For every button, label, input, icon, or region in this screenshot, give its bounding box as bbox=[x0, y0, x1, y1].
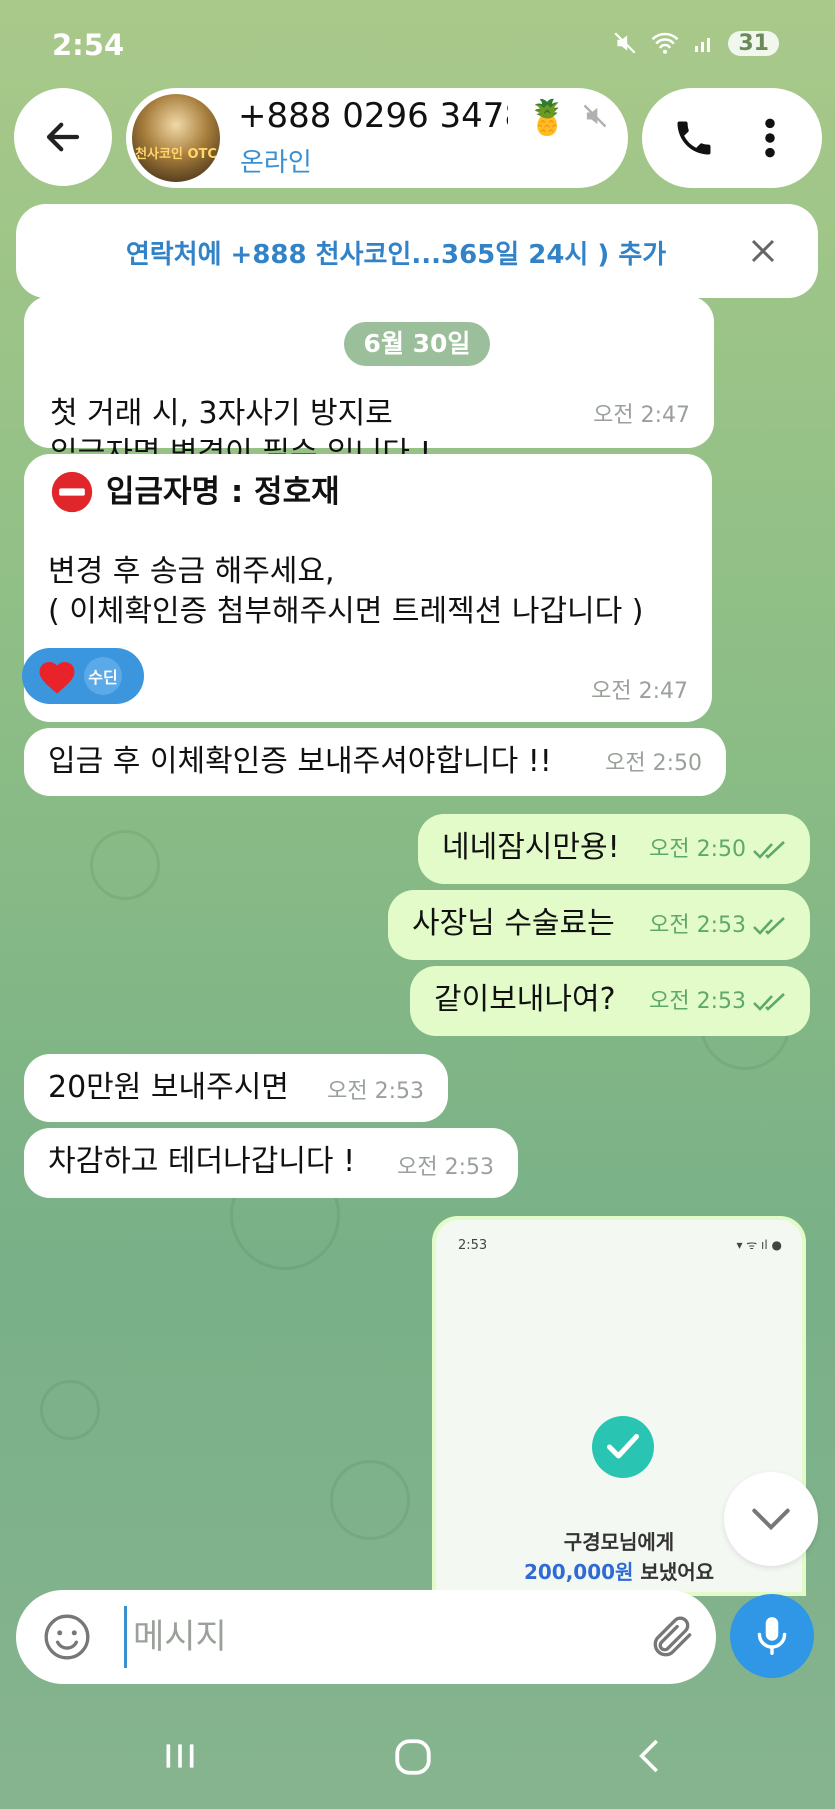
outgoing-message[interactable]: 같이보내나여? 오전 2:53 bbox=[410, 966, 810, 1036]
incoming-message[interactable]: 입금 후 이체확인증 보내주셔야합니다 !! 오전 2:50 bbox=[24, 728, 726, 796]
back-button[interactable] bbox=[14, 88, 112, 186]
message-time-text: 오전 2:53 bbox=[649, 913, 746, 938]
message-time: 오전 2:53 bbox=[649, 906, 788, 946]
incoming-message[interactable]: 20만원 보내주시면 오전 2:53 bbox=[24, 1054, 448, 1122]
image-amount: 200,000원 bbox=[523, 1560, 634, 1584]
warning-line: 입금자명 : 정호재 bbox=[50, 470, 340, 514]
message-composer bbox=[16, 1590, 716, 1684]
status-bar: 2:54 31 bbox=[0, 0, 835, 90]
message-time: 오전 2:47 bbox=[593, 403, 690, 428]
back-nav-icon[interactable] bbox=[630, 1736, 670, 1776]
message-text: 입금 후 이체확인증 보내주셔야합니다 !! bbox=[48, 744, 552, 779]
background-doodle bbox=[40, 1380, 100, 1440]
wifi-icon bbox=[651, 32, 679, 54]
system-navigation-bar bbox=[0, 1706, 835, 1809]
message-time: 오전 2:50 bbox=[605, 751, 702, 776]
outgoing-message[interactable]: 사장님 수술료는 오전 2:53 bbox=[388, 890, 810, 960]
signal-icon bbox=[695, 38, 711, 52]
message-input[interactable] bbox=[124, 1606, 644, 1668]
message-time: 오전 2:47 bbox=[591, 679, 688, 704]
more-vertical-icon[interactable] bbox=[760, 116, 780, 160]
battery-indicator: 31 bbox=[728, 30, 779, 56]
voice-record-button[interactable] bbox=[730, 1594, 814, 1678]
double-check-icon bbox=[753, 993, 785, 1011]
message-time: 오전 2:50 bbox=[649, 830, 788, 870]
heart-icon bbox=[39, 662, 75, 694]
paperclip-icon[interactable] bbox=[648, 1612, 698, 1662]
phone-icon[interactable] bbox=[672, 116, 716, 160]
no-entry-icon bbox=[51, 471, 93, 513]
add-contact-banner[interactable]: 연락처에 +888 천사코인...365일 24시 ) 추가 bbox=[16, 204, 818, 298]
double-check-icon bbox=[753, 917, 785, 935]
message-time-text: 오전 2:53 bbox=[649, 989, 746, 1014]
close-icon[interactable] bbox=[748, 236, 778, 266]
mute-status-icon bbox=[614, 32, 636, 54]
double-check-icon bbox=[753, 841, 785, 859]
message-text: 차감하고 테더나갑니다 ! bbox=[48, 1144, 356, 1179]
outgoing-message[interactable]: 네네잠시만용! 오전 2:50 bbox=[418, 814, 810, 884]
image-status-icons: ▾ ᯤ ıl ● bbox=[736, 1238, 782, 1252]
chevron-down-icon bbox=[752, 1508, 790, 1531]
check-icon bbox=[606, 1433, 640, 1459]
reaction-user-avatar: 수딘 bbox=[84, 657, 122, 695]
status-time: 2:54 bbox=[52, 28, 125, 62]
incoming-message[interactable]: 첫 거래 시, 3자사기 방지로 입금자명 변경이 필수 입니다 ! 오전 2:… bbox=[24, 296, 714, 471]
chat-header[interactable]: 천사코인 OTC +888 0296 3478 🍍 온라인 bbox=[126, 88, 628, 188]
background-doodle bbox=[330, 1460, 410, 1540]
message-text: 네네잠시만용! bbox=[442, 830, 620, 865]
message-time: 오전 2:53 bbox=[649, 982, 788, 1022]
message-prefix: 입금자명 : 정호재 bbox=[106, 474, 340, 510]
recent-apps-icon[interactable] bbox=[160, 1736, 200, 1776]
scroll-down-button[interactable] bbox=[724, 1472, 818, 1566]
message-time: 오전 2:53 bbox=[397, 1155, 494, 1180]
image-status-time: 2:53 bbox=[458, 1238, 488, 1253]
pineapple-badge-icon: 🍍 bbox=[526, 98, 569, 138]
message-time-text: 오전 2:50 bbox=[649, 837, 746, 862]
image-caption-amount-line: 200,000원 보냈어요 bbox=[436, 1556, 802, 1585]
add-contact-label[interactable]: 연락처에 +888 천사코인...365일 24시 ) 추가 bbox=[16, 234, 776, 271]
muted-icon bbox=[583, 104, 607, 128]
image-caption-suffix: 보냈어요 bbox=[633, 1560, 715, 1584]
message-text: 변경 후 송금 해주세요, ( 이체확인증 첨부해주시면 트레젝션 나갑니다 ) bbox=[48, 554, 644, 629]
arrow-left-icon bbox=[46, 122, 80, 152]
message-text: 20만원 보내주시면 bbox=[48, 1070, 289, 1105]
heart-reaction[interactable]: 수딘 bbox=[22, 648, 144, 704]
incoming-message[interactable]: 차감하고 테더나갑니다 ! 오전 2:53 bbox=[24, 1128, 518, 1198]
microphone-icon bbox=[757, 1617, 787, 1656]
message-text: 사장님 수술료는 bbox=[412, 906, 615, 941]
avatar-text: 천사코인 OTC bbox=[135, 147, 217, 162]
message-text: 같이보내나여? bbox=[434, 982, 616, 1017]
date-divider: 6월 30일 bbox=[344, 322, 490, 366]
status-icons: 31 bbox=[612, 30, 779, 56]
header-actions bbox=[642, 88, 822, 188]
emoji-icon[interactable] bbox=[42, 1612, 92, 1662]
background-doodle bbox=[90, 830, 160, 900]
contact-status: 온라인 bbox=[240, 148, 312, 178]
message-time: 오전 2:53 bbox=[327, 1079, 424, 1104]
contact-name: +888 0296 3478 bbox=[238, 96, 508, 136]
check-circle-icon bbox=[592, 1416, 654, 1478]
home-icon[interactable] bbox=[392, 1736, 434, 1778]
avatar[interactable]: 천사코인 OTC bbox=[132, 94, 220, 182]
